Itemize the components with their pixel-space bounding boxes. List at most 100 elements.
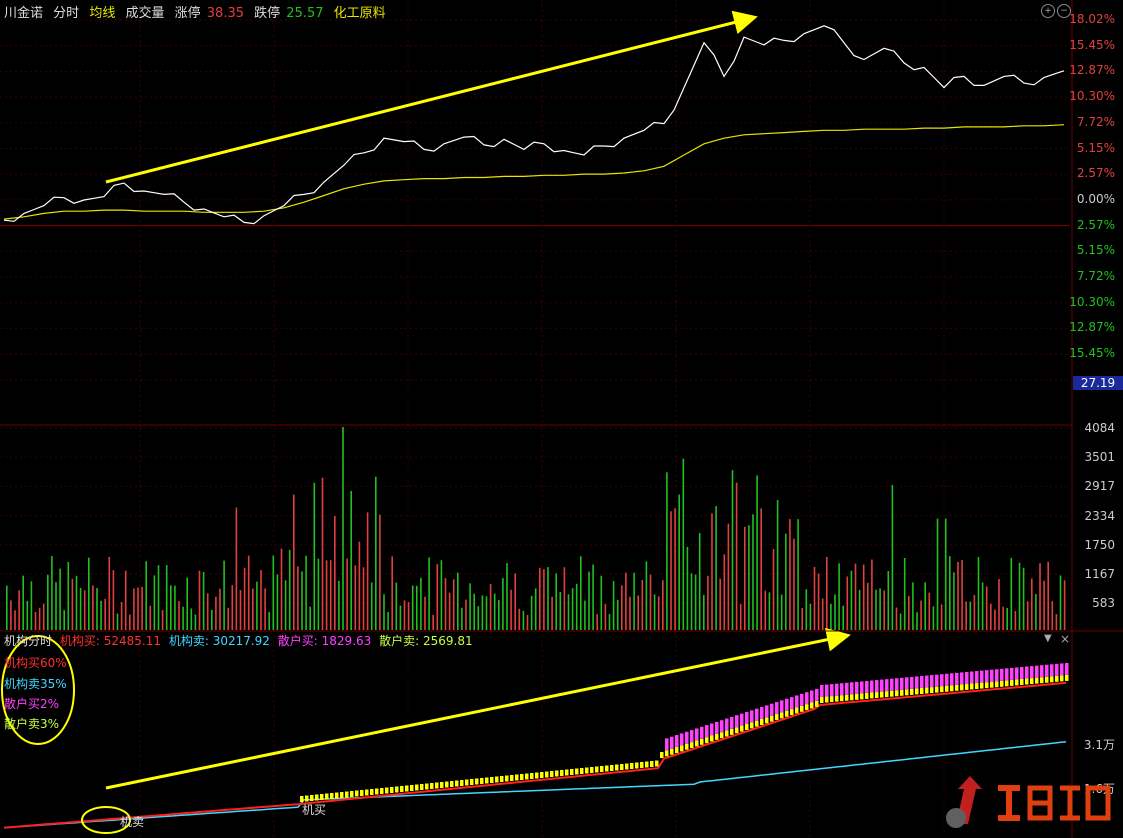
volume-bar [920, 600, 922, 630]
price-axis-tick: 10.30% [1069, 89, 1115, 104]
volume-bar [735, 482, 738, 630]
volume-bar [616, 599, 619, 630]
volume-bar [14, 610, 16, 630]
volume-bar [621, 585, 623, 630]
volume-bar [608, 614, 611, 630]
volume-bar [928, 592, 931, 630]
volume-bar [637, 595, 639, 630]
volume-bar [252, 588, 254, 630]
intraday-chart[interactable] [0, 0, 1123, 838]
volume-bar [916, 612, 918, 630]
volume-bar [686, 546, 689, 630]
volume-bar [1022, 567, 1025, 630]
close-icon[interactable]: × [1060, 632, 1070, 646]
volume-bar [567, 594, 570, 630]
volume-bar [649, 574, 652, 630]
volume-bar [588, 571, 590, 630]
legend-inst-buy: 机构买60% [4, 656, 67, 670]
volume-bar [785, 533, 787, 630]
volume-bar [903, 558, 906, 630]
volume-bar [182, 606, 184, 630]
volume-bar [657, 596, 660, 630]
volume-bar [215, 596, 217, 630]
volume-bar [96, 588, 98, 630]
volume-bar [268, 611, 270, 630]
volume-bar [994, 609, 996, 630]
legend-inst-sell: 机构卖35% [4, 677, 67, 691]
volume-bar [805, 589, 808, 630]
volume-bar [858, 589, 861, 630]
volume-bar [707, 575, 709, 630]
volume-bar [325, 560, 328, 630]
volume-bar [727, 523, 730, 630]
volume-bar [534, 588, 537, 630]
volume-bar [780, 594, 783, 630]
volume-bar [867, 582, 869, 630]
volume-bar [719, 578, 721, 630]
volume-bar [854, 563, 857, 630]
dropdown-icon[interactable]: ▼ [1044, 633, 1052, 644]
volume-bar [584, 600, 586, 630]
price-axis-tick: 12.87% [1069, 63, 1115, 78]
volume-bar [481, 595, 484, 630]
volume-bar [59, 568, 61, 630]
volume-bar [129, 614, 131, 630]
volume-bar [846, 576, 849, 630]
volume-bar [342, 426, 344, 630]
volume-axis-tick: 2917 [1084, 479, 1115, 494]
volume-bar [309, 606, 311, 630]
indicator-header: 机构分时 机构买: 52485.11 机构卖: 30217.92 散户买: 18… [4, 632, 477, 649]
volume-bar [485, 596, 488, 630]
volume-bar [133, 588, 135, 630]
volume-bar [407, 602, 410, 630]
volume-bar [379, 514, 381, 630]
volume-bar [571, 588, 574, 630]
volume-bar [153, 575, 156, 630]
volume-axis-tick: 583 [1092, 596, 1115, 611]
inst-sell-label: 机构卖: [168, 634, 209, 648]
retail-sell-label: 散户卖: [379, 634, 420, 648]
volume-bar [1010, 557, 1013, 630]
volume-bar [18, 590, 20, 630]
volume-bar [92, 585, 94, 630]
price-axis-tick: 15.45% [1069, 37, 1115, 52]
volume-bar [1031, 578, 1033, 630]
volume-bar [883, 590, 885, 630]
price-axis-tick: 7.72% [1076, 114, 1115, 129]
volume-bar [502, 578, 504, 630]
volume-bar [908, 595, 910, 630]
volume-bar [604, 604, 607, 630]
volume-bar [1039, 563, 1041, 630]
volume-bar [682, 458, 685, 630]
price-axis-tick: 0.00% [1076, 191, 1115, 206]
volume-bar [452, 579, 455, 630]
volume-bar [231, 585, 234, 630]
volume-bar [895, 607, 898, 630]
volume-bar [403, 600, 406, 630]
volume-bar [752, 514, 754, 630]
price-axis-tick: 12.87% [1069, 320, 1115, 335]
price-line [3, 25, 1065, 225]
volume-bar [1014, 611, 1017, 630]
volume-bar [506, 563, 508, 630]
inst-sell-value: 30217.92 [212, 634, 270, 648]
volume-bar [424, 596, 426, 630]
volume-bar [317, 558, 320, 630]
volume-bar [543, 569, 545, 630]
retail-buy-value: 1829.63 [321, 634, 372, 648]
volume-bar [662, 580, 664, 630]
volume-bar [887, 571, 890, 630]
volume-bar [629, 596, 631, 630]
avg-line [3, 124, 1065, 220]
volume-bar [1063, 580, 1066, 630]
volume-bar [457, 572, 459, 630]
retail-sell-value: 2569.81 [422, 634, 473, 648]
volume-bar [338, 580, 340, 630]
volume-bar [305, 555, 307, 630]
volume-bar [272, 555, 275, 630]
volume-bar [334, 516, 336, 630]
volume-bar [1002, 606, 1004, 630]
volume-bar [563, 567, 566, 630]
volume-bar [206, 593, 209, 630]
indicator-name[interactable]: 机构分时 [4, 634, 52, 648]
